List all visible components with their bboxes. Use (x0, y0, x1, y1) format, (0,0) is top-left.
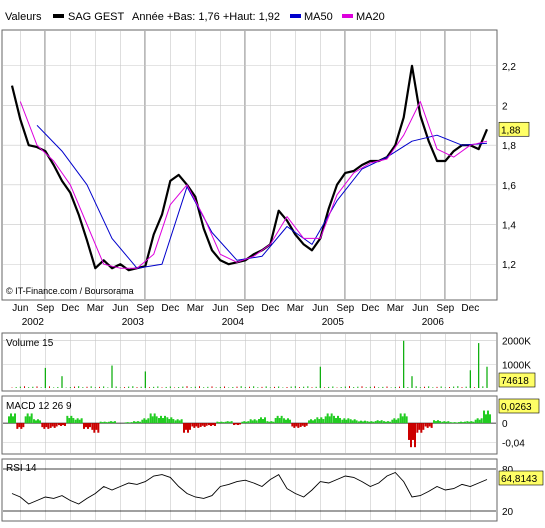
ma50-legend-swatch (290, 14, 301, 18)
month-tick-label: Jun (312, 303, 328, 314)
month-tick-label: Dec (61, 303, 79, 314)
year-tick-label: 2004 (222, 317, 245, 328)
macd-y-tick-label: 0 (502, 419, 508, 430)
grid-layer (3, 31, 496, 520)
macd-y-tick-label: -0,04 (502, 438, 525, 449)
month-tick-label: Jun (212, 303, 228, 314)
month-tick-label: Mar (287, 303, 305, 314)
year-tick-label: 2002 (22, 317, 45, 328)
month-tick-label: Sep (36, 303, 54, 314)
price-y-tick-label: 2,2 (502, 62, 516, 73)
header-label: Valeurs (5, 11, 42, 23)
header-instrument: SAG GEST (68, 11, 125, 23)
price-plot (10, 64, 489, 272)
month-tick-label: Mar (87, 303, 105, 314)
header-ma50-label: MA50 (304, 11, 333, 23)
macd-plot (8, 410, 491, 448)
month-tick-label: Jun (412, 303, 428, 314)
price-y-tick-label: 1,2 (502, 260, 516, 271)
volume-title: Volume 15 (6, 338, 54, 349)
month-tick-label: Sep (336, 303, 354, 314)
month-tick-label: Jun (12, 303, 28, 314)
month-tick-label: Jun (112, 303, 128, 314)
price-panel-frame (1, 29, 498, 301)
price-y-tick-label: 1,6 (502, 181, 516, 192)
month-tick-label: Dec (461, 303, 479, 314)
volume-panel-frame (1, 332, 498, 392)
rsi-y-tick-label: 20 (502, 507, 514, 518)
macd-title: MACD 12 26 9 (6, 401, 72, 412)
volume-last-value-label: 74618 (501, 376, 529, 387)
volume-y-tick-label: 1000K (502, 360, 531, 371)
month-tick-label: Sep (236, 303, 254, 314)
header-range-text: Année +Bas: 1,76 +Haut: 1,92 (132, 11, 280, 23)
header-bar: Valeurs SAG GEST Année +Bas: 1,76 +Haut:… (5, 11, 385, 23)
rsi-plot (11, 471, 488, 505)
year-tick-label: 2005 (322, 317, 345, 328)
month-tick-label: Sep (436, 303, 454, 314)
price-y-tick-label: 1,4 (502, 221, 516, 232)
month-tick-label: Mar (187, 303, 205, 314)
macd-last-value-label: 0,0263 (501, 402, 532, 413)
month-tick-label: Dec (261, 303, 279, 314)
stock-chart: Valeurs SAG GEST Année +Bas: 1,76 +Haut:… (1, 11, 544, 522)
rsi-last-value-label: 64,8143 (501, 474, 538, 485)
price-y-tick-label: 1,8 (502, 141, 516, 152)
rsi-title: RSI 14 (6, 463, 37, 474)
ma20-legend-swatch (342, 14, 353, 18)
price-last-value-label: 1,88 (501, 125, 521, 136)
price-y-tick-label: 2 (502, 101, 508, 112)
year-tick-label: 2003 (122, 317, 145, 328)
price-series-sag-gest (10, 64, 489, 272)
rsi-panel-frame (1, 458, 498, 522)
price-legend-swatch (53, 14, 64, 18)
month-tick-label: Dec (361, 303, 379, 314)
copyright-text: © IT-Finance.com / Boursorama (6, 286, 134, 296)
month-tick-label: Mar (387, 303, 405, 314)
year-tick-label: 2006 (422, 317, 445, 328)
price-series-ma50 (36, 124, 488, 269)
volume-y-tick-label: 2000K (502, 337, 531, 348)
month-tick-label: Dec (161, 303, 179, 314)
month-tick-label: Sep (136, 303, 154, 314)
header-ma20-label: MA20 (356, 11, 385, 23)
rsi-line (11, 471, 488, 505)
